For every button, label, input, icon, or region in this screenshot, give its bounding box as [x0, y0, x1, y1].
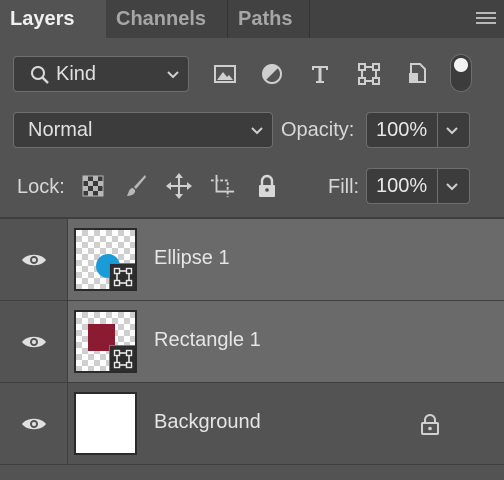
visibility-toggle[interactable]	[0, 301, 68, 382]
layer-thumbnail[interactable]	[74, 228, 137, 291]
fill-field[interactable]: 100%	[366, 168, 470, 204]
tab-layers[interactable]: Layers	[0, 0, 106, 38]
layer-name[interactable]: Background	[154, 411, 261, 434]
panel-tab-bar: Layers Channels Paths	[0, 0, 504, 38]
eye-icon	[21, 418, 46, 429]
layer-thumbnail[interactable]	[74, 392, 137, 455]
fill-dropdown-icon[interactable]	[445, 182, 459, 192]
search-icon	[31, 66, 49, 84]
tab-channels[interactable]: Channels	[106, 0, 228, 38]
lock-all-icon[interactable]	[254, 173, 280, 199]
layer-name[interactable]: Rectangle 1	[154, 329, 261, 352]
filter-type-layers-icon[interactable]	[307, 61, 333, 87]
opacity-label: Opacity:	[281, 119, 355, 141]
field-divider	[437, 113, 438, 147]
lock-artboard-icon[interactable]	[210, 173, 236, 199]
filter-toggle-switch[interactable]	[450, 54, 472, 92]
panel-footer-area	[0, 464, 504, 480]
layer-row-ellipse-1[interactable]: Ellipse 1	[0, 218, 504, 300]
lock-transparent-pixels-icon[interactable]	[80, 173, 106, 199]
filter-adjustment-layers-icon[interactable]	[259, 61, 285, 87]
tab-paths[interactable]: Paths	[228, 0, 310, 38]
eye-icon	[21, 336, 46, 347]
layer-row-background[interactable]: Background	[0, 382, 504, 464]
blend-mode-value: Normal	[28, 119, 93, 141]
eye-icon	[21, 254, 46, 265]
blend-mode-select[interactable]: Normal	[13, 112, 273, 148]
chevron-down-icon	[167, 71, 179, 79]
shape-layer-badge-icon	[109, 345, 135, 371]
fill-label: Fill:	[328, 176, 360, 198]
chevron-down-icon	[251, 127, 263, 135]
opacity-field[interactable]: 100%	[366, 112, 470, 148]
toggle-knob	[454, 58, 468, 72]
visibility-toggle[interactable]	[0, 219, 68, 300]
shape-layer-badge-icon	[109, 263, 135, 289]
filter-smart-objects-icon[interactable]	[404, 61, 430, 87]
lock-image-pixels-brush-icon[interactable]	[123, 173, 149, 199]
filter-kind-select[interactable]: Kind	[13, 56, 189, 92]
layer-thumbnail[interactable]	[74, 310, 137, 373]
layer-name[interactable]: Ellipse 1	[154, 247, 230, 270]
filter-kind-label: Kind	[56, 63, 97, 85]
panel-menu-icon[interactable]	[476, 12, 496, 26]
field-divider	[437, 169, 438, 203]
lock-label: Lock:	[17, 176, 65, 198]
fill-value: 100%	[376, 175, 428, 197]
filter-shape-layers-icon[interactable]	[356, 61, 382, 87]
layer-row-rectangle-1[interactable]: Rectangle 1	[0, 300, 504, 382]
visibility-toggle[interactable]	[0, 383, 68, 464]
filter-pixel-layers-icon[interactable]	[212, 61, 238, 87]
opacity-value: 100%	[376, 119, 428, 141]
opacity-dropdown-icon[interactable]	[445, 126, 459, 136]
layer-lock-icon[interactable]	[420, 413, 440, 435]
lock-position-move-icon[interactable]	[166, 173, 192, 199]
